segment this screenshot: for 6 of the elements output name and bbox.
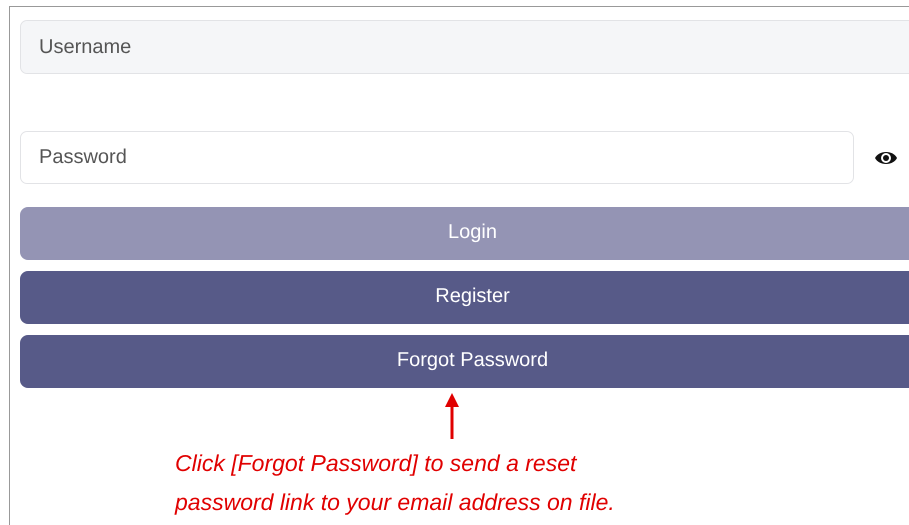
- annotation-text: Click [Forgot Password] to send a reset password link to your email address on file.: [175, 449, 616, 517]
- register-button[interactable]: Register: [20, 271, 909, 324]
- username-field[interactable]: Username: [20, 20, 909, 74]
- forgot-password-button[interactable]: Forgot Password: [20, 335, 909, 388]
- password-field[interactable]: Password: [20, 131, 854, 184]
- annotation-arrow: [445, 393, 459, 439]
